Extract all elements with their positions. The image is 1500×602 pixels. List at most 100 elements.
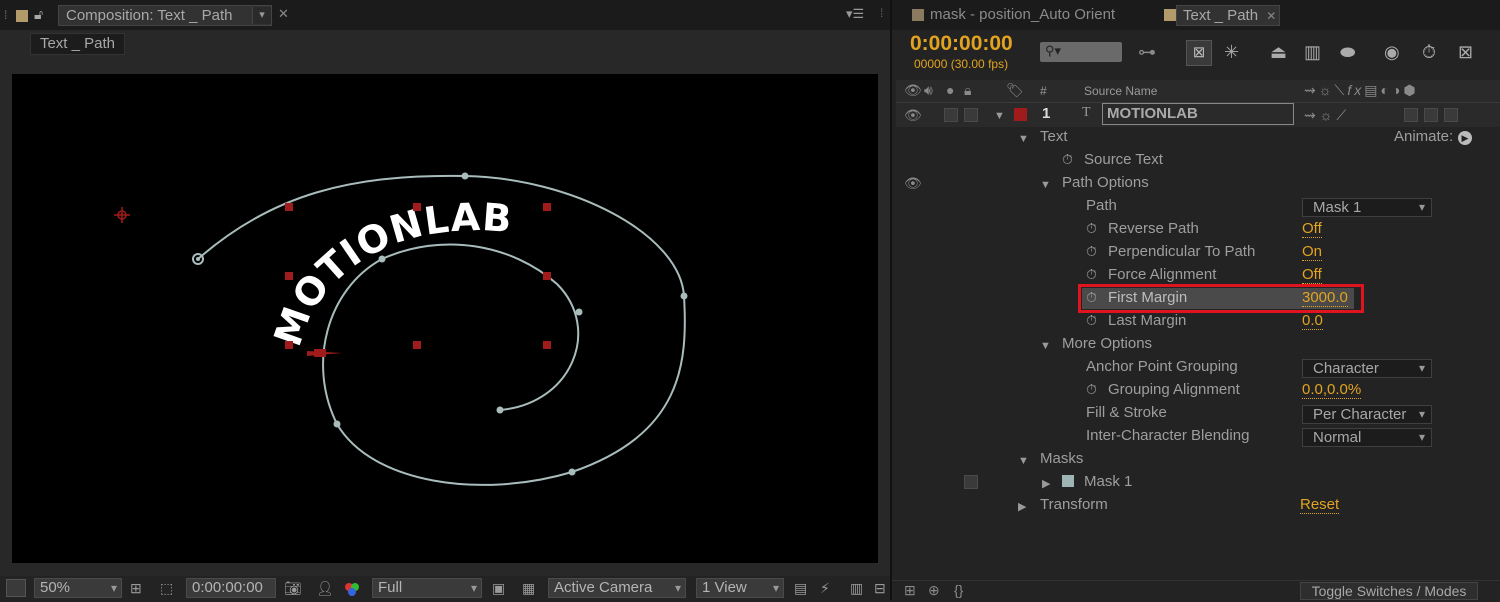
blending-select[interactable]: Normal [1302, 428, 1432, 447]
stopwatch-icon[interactable]: ⏱︎ [1086, 312, 1097, 329]
close-icon[interactable]: ✕ [278, 6, 289, 22]
timeline-current-time[interactable]: 0:00:00:00 [910, 32, 1013, 56]
lock-icon[interactable]: 🔒︎ [964, 82, 971, 99]
toggle-switches-modes-button[interactable]: Toggle Switches / Modes [1300, 582, 1478, 600]
anchor-grouping-select[interactable]: Character [1302, 359, 1432, 378]
timeline-tab-mask[interactable]: mask - position_Auto Orient [930, 5, 1115, 26]
expand-triangle-icon[interactable]: ▼ [1018, 133, 1029, 145]
current-time-field[interactable]: 0:00:00:00 [186, 578, 276, 598]
timeline-tab-text-path[interactable]: Text _ Path ✕ [1176, 5, 1280, 26]
frame-blending-icon[interactable]: ⏏︎ [1270, 42, 1287, 63]
switch-box[interactable] [1444, 108, 1458, 122]
panel-menu-icon[interactable]: ▾☰ [846, 6, 864, 22]
prop-path: Path [1086, 197, 1117, 214]
expand-triangle-icon[interactable]: ▶ [1042, 477, 1050, 490]
tab-dropdown-icon[interactable]: ▾ [252, 7, 271, 24]
mask-visibility-toggle[interactable] [964, 475, 978, 489]
resolution-select[interactable]: Full [372, 578, 482, 598]
stopwatch-icon[interactable]: ⏱︎ [1086, 381, 1097, 398]
composition-subtab[interactable]: Text _ Path [30, 33, 125, 55]
eye-icon[interactable]: 👁︎ [904, 175, 922, 192]
flowchart-icon[interactable]: ⊟ [874, 578, 886, 598]
expand-triangle-icon[interactable]: ▶ [1018, 500, 1026, 513]
stopwatch-icon[interactable]: ⏱︎ [1086, 243, 1097, 260]
layer-switches[interactable]: ⇝ ☼ ⟋ [1304, 107, 1346, 124]
color-channels-icon[interactable] [344, 581, 360, 597]
transfer-controls-icon[interactable]: ⊕ [928, 582, 940, 599]
path-select[interactable]: Mask 1 [1302, 198, 1432, 217]
search-input[interactable]: ⚲▾ [1040, 42, 1122, 62]
solo-toggle[interactable] [964, 108, 978, 122]
motion-blur-icon[interactable]: ▥ [1304, 42, 1321, 63]
zoom-select[interactable]: 50% [34, 578, 122, 598]
toggle-pixel-icon[interactable]: ▤ [794, 578, 807, 598]
prop-transform: Transform [1040, 496, 1108, 513]
view-layout-select[interactable]: 1 View [696, 578, 784, 598]
timeline-icon[interactable]: ▥ [850, 578, 863, 598]
draft-3d-icon[interactable]: ⊠ [1186, 40, 1212, 66]
animate-play-icon[interactable]: ▶ [1458, 131, 1472, 145]
transparency-grid-icon[interactable]: ▦ [522, 578, 535, 598]
label-icon[interactable]: 🏷︎ [1006, 82, 1024, 99]
panel-grip-icon-right: ⁞ [880, 6, 884, 20]
always-preview-icon[interactable] [6, 579, 26, 597]
panel-grip-icon[interactable]: ⁞ [4, 8, 7, 22]
column-source-name[interactable]: Source Name [1084, 84, 1157, 98]
shy-icon[interactable]: ✳︎ [1224, 42, 1239, 63]
layer-name-field[interactable]: MOTIONLAB [1102, 103, 1294, 125]
stopwatch-icon[interactable]: ⏱︎ [1062, 151, 1073, 168]
switch-box[interactable] [1424, 108, 1438, 122]
mask-color-swatch[interactable] [1062, 475, 1074, 487]
region-icon[interactable]: ⬚ [160, 578, 173, 598]
graph-editor-icon[interactable]: ◉ [1384, 42, 1400, 63]
stopwatch-icon[interactable]: ⏱︎ [1422, 42, 1436, 63]
roi-icon[interactable]: ▣ [492, 578, 505, 598]
close-icon[interactable]: ✕ [1266, 9, 1276, 23]
prop-force-alignment: Force Alignment [1108, 266, 1217, 283]
comp-mini-flowchart-icon[interactable]: ⊶ [1138, 42, 1156, 63]
person-icon[interactable]: 👤︎ [316, 578, 334, 598]
expand-triangle-icon[interactable]: ▼ [994, 110, 1005, 122]
composition-tab-label: Composition: Text _ Path [66, 7, 233, 24]
lock-icon[interactable]: 🔓︎ [34, 6, 43, 23]
camera-select[interactable]: Active Camera [548, 578, 686, 598]
path-vertex [680, 292, 688, 300]
camera-icon[interactable]: 📷︎ [284, 578, 302, 598]
switches-header-icons: ⇝☼⟍fx▤◐◑⬢ [1304, 82, 1419, 98]
text-layer-icon: T [1082, 105, 1091, 120]
fill-stroke-select[interactable]: Per Character [1302, 405, 1432, 424]
stopwatch-icon[interactable]: ⏱︎ [1086, 220, 1097, 237]
path-vertex [461, 172, 469, 180]
tab-color-icon [1164, 9, 1176, 21]
eye-icon[interactable]: 👁︎ [904, 107, 922, 124]
prop-text: Text [1040, 128, 1068, 145]
stopwatch-icon[interactable]: ⏱︎ [1086, 266, 1097, 283]
prop-mask-1[interactable]: Mask 1 [1084, 473, 1132, 490]
in-out-pane-icon[interactable]: {} [954, 582, 963, 598]
transform-reset[interactable]: Reset [1300, 496, 1340, 514]
animate-label[interactable]: Animate: [1394, 128, 1453, 145]
force-alignment-value[interactable]: Off [1302, 266, 1322, 284]
brainstorm-icon[interactable]: ⬬ [1340, 42, 1355, 63]
grouping-alignment-value[interactable]: 0.0,0.0% [1302, 381, 1362, 399]
render-queue-icon[interactable]: ⊠ [1458, 42, 1473, 63]
label-color-swatch[interactable] [1014, 108, 1027, 121]
switch-box[interactable] [1404, 108, 1418, 122]
fast-preview-icon[interactable]: ⚡︎ [820, 578, 830, 598]
last-margin-value[interactable]: 0.0 [1302, 312, 1323, 330]
prop-fill-stroke: Fill & Stroke [1086, 404, 1167, 421]
expand-triangle-icon[interactable]: ▼ [1040, 340, 1051, 352]
composition-viewer[interactable]: MOTIONLAB [12, 74, 878, 563]
composition-tab[interactable]: Composition: Text _ Path [58, 5, 272, 26]
layer-switches-pane-icon[interactable]: ⊞ [904, 582, 916, 599]
prop-source-text: Source Text [1084, 151, 1163, 168]
perpendicular-value[interactable]: On [1302, 243, 1323, 261]
audio-toggle[interactable] [944, 108, 958, 122]
reverse-path-value[interactable]: Off [1302, 220, 1322, 238]
eye-icon[interactable]: 👁︎ [904, 82, 922, 99]
audio-icon[interactable]: 🔊︎ [924, 82, 933, 99]
expand-triangle-icon[interactable]: ▼ [1018, 455, 1029, 467]
expand-triangle-icon[interactable]: ▼ [1040, 179, 1051, 191]
grid-icon[interactable]: ⊞ [130, 578, 142, 598]
solo-icon[interactable]: ● [946, 82, 954, 98]
